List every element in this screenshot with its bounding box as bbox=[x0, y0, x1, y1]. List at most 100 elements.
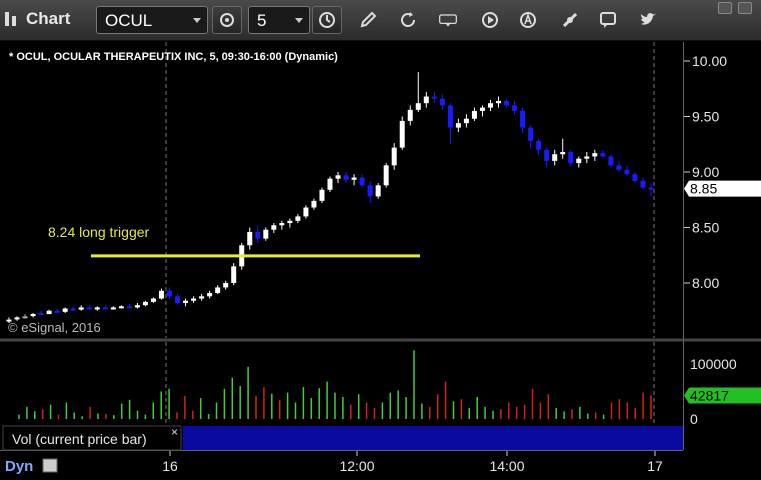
candle-body[interactable] bbox=[279, 223, 285, 226]
candle-body[interactable] bbox=[46, 310, 52, 315]
candle-body[interactable] bbox=[496, 100, 502, 104]
candle-body[interactable] bbox=[295, 216, 301, 221]
candle-body[interactable] bbox=[22, 316, 28, 319]
candle-body[interactable] bbox=[167, 290, 172, 297]
candle-body[interactable] bbox=[54, 310, 60, 313]
candle-body[interactable] bbox=[215, 287, 221, 293]
candle-body[interactable] bbox=[263, 229, 269, 239]
interval-input[interactable]: 5 bbox=[248, 6, 310, 34]
candle-body[interactable] bbox=[536, 140, 542, 150]
candle-body[interactable] bbox=[207, 292, 213, 297]
candle-body[interactable] bbox=[38, 312, 44, 315]
candle-body[interactable] bbox=[439, 98, 445, 106]
candle-body[interactable] bbox=[14, 317, 20, 320]
candle-body[interactable] bbox=[479, 107, 485, 111]
candle-body[interactable] bbox=[520, 110, 526, 128]
symbol-dropdown-icon[interactable] bbox=[193, 18, 201, 23]
twitter-icon[interactable] bbox=[638, 10, 658, 30]
candle-body[interactable] bbox=[335, 175, 341, 179]
candle-body[interactable] bbox=[512, 105, 518, 111]
link-icon[interactable] bbox=[560, 10, 580, 30]
candle-body[interactable] bbox=[576, 158, 582, 164]
candle-body[interactable] bbox=[367, 185, 373, 197]
candle-body[interactable] bbox=[608, 156, 614, 166]
candle-body[interactable] bbox=[78, 307, 84, 310]
candle-body[interactable] bbox=[62, 308, 68, 312]
candle-body[interactable] bbox=[303, 207, 309, 217]
candle-body[interactable] bbox=[423, 96, 429, 104]
candle-body[interactable] bbox=[391, 147, 397, 166]
candle-body[interactable] bbox=[592, 153, 598, 157]
candle-body[interactable] bbox=[359, 177, 365, 186]
chart-area[interactable]: 10.00 9.50 9.00 8.50 8.00 100000 0 16 12:00 14:… bbox=[0, 40, 761, 480]
pencil-icon[interactable] bbox=[358, 10, 378, 30]
refresh-icon[interactable] bbox=[398, 10, 418, 30]
time-template-button[interactable] bbox=[312, 6, 342, 34]
symbol-input[interactable]: OCUL bbox=[96, 6, 208, 34]
candle-body[interactable] bbox=[327, 178, 333, 190]
candle-body[interactable] bbox=[488, 103, 493, 108]
candle-body[interactable] bbox=[640, 180, 646, 188]
candle-body[interactable] bbox=[415, 103, 421, 110]
candle-body[interactable] bbox=[431, 96, 437, 99]
candle-body[interactable] bbox=[616, 165, 622, 170]
candle-body[interactable] bbox=[375, 185, 381, 197]
candle-body[interactable] bbox=[455, 123, 461, 128]
candle-body[interactable] bbox=[134, 305, 140, 308]
candle-body[interactable] bbox=[311, 200, 317, 208]
candle-body[interactable] bbox=[632, 174, 638, 181]
close-window-button[interactable] bbox=[738, 2, 752, 14]
chat-icon[interactable] bbox=[598, 10, 618, 30]
candle-body[interactable] bbox=[552, 154, 558, 161]
candle-body[interactable] bbox=[110, 307, 116, 310]
candle-body[interactable] bbox=[544, 149, 550, 161]
candle-body[interactable] bbox=[287, 220, 293, 224]
candle-body[interactable] bbox=[70, 308, 76, 311]
dyn-toggle-icon[interactable] bbox=[42, 458, 58, 473]
candle-body[interactable] bbox=[126, 306, 132, 309]
play-icon[interactable] bbox=[480, 10, 500, 30]
candle-body[interactable] bbox=[150, 298, 156, 302]
candle-body[interactable] bbox=[528, 127, 534, 141]
price-pane[interactable] bbox=[3, 42, 683, 338]
candle-body[interactable] bbox=[560, 152, 566, 155]
close-study-button[interactable]: × bbox=[171, 425, 178, 439]
candle-body[interactable] bbox=[447, 105, 453, 128]
candle-body[interactable] bbox=[504, 100, 510, 106]
interval-dropdown-icon[interactable] bbox=[295, 18, 303, 23]
candle-body[interactable] bbox=[142, 301, 148, 306]
candle-body[interactable] bbox=[568, 152, 574, 164]
candle-body[interactable] bbox=[86, 307, 92, 310]
candle-body[interactable] bbox=[102, 307, 108, 310]
candle-body[interactable] bbox=[600, 153, 606, 157]
candle-body[interactable] bbox=[383, 165, 389, 186]
candle-body[interactable] bbox=[191, 298, 197, 301]
candle-body[interactable] bbox=[175, 296, 181, 303]
candle-body[interactable] bbox=[407, 109, 413, 121]
get-data-icon[interactable] bbox=[438, 10, 458, 30]
candle-body[interactable] bbox=[463, 118, 469, 124]
candle-body[interactable] bbox=[199, 296, 205, 299]
candle-body[interactable] bbox=[231, 266, 237, 283]
candle-body[interactable] bbox=[471, 110, 477, 119]
candle-body[interactable] bbox=[247, 231, 253, 246]
candle-body[interactable] bbox=[343, 175, 349, 180]
candle-body[interactable] bbox=[30, 314, 36, 317]
candle-body[interactable] bbox=[399, 120, 405, 148]
candle-body[interactable] bbox=[223, 283, 229, 288]
candle-body[interactable] bbox=[351, 177, 357, 180]
candle-body[interactable] bbox=[158, 290, 164, 299]
chart-settings-button[interactable] bbox=[212, 6, 242, 34]
candle-body[interactable] bbox=[183, 300, 189, 303]
candle-body[interactable] bbox=[584, 156, 590, 159]
alert-icon[interactable] bbox=[518, 10, 538, 30]
candle-body[interactable] bbox=[648, 187, 654, 190]
candle-body[interactable] bbox=[6, 319, 12, 322]
candle-body[interactable] bbox=[319, 189, 325, 201]
candle-body[interactable] bbox=[624, 169, 630, 175]
candle-body[interactable] bbox=[271, 225, 277, 230]
candle-body[interactable] bbox=[118, 306, 124, 309]
minimize-button[interactable] bbox=[718, 2, 732, 14]
candle-body[interactable] bbox=[255, 231, 261, 239]
candle-body[interactable] bbox=[94, 307, 100, 310]
